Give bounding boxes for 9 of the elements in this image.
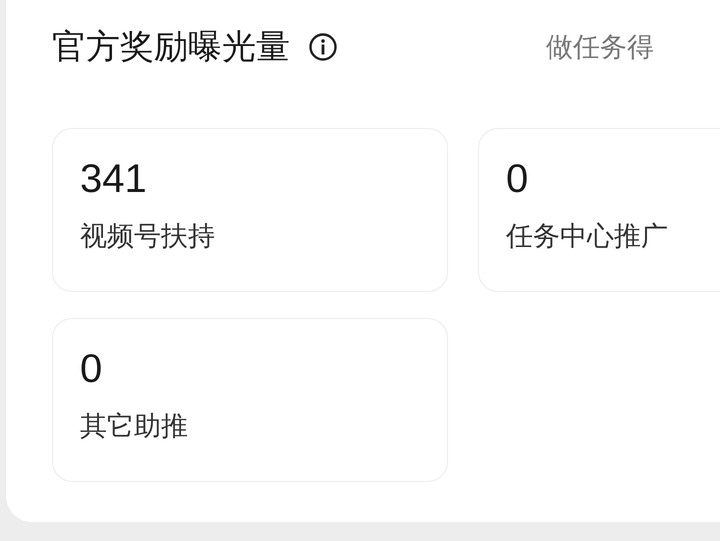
stat-label: 任务中心推广 (506, 223, 668, 250)
section-title: 官方奖励曝光量 (52, 30, 290, 64)
task-link[interactable]: 做任务得 (546, 34, 654, 60)
stat-label: 视频号扶持 (80, 223, 215, 250)
info-icon[interactable] (308, 32, 338, 62)
stat-value: 341 (80, 159, 147, 199)
stat-value: 0 (80, 349, 102, 389)
stat-label: 其它助推 (80, 413, 188, 440)
stat-value: 0 (506, 159, 528, 199)
